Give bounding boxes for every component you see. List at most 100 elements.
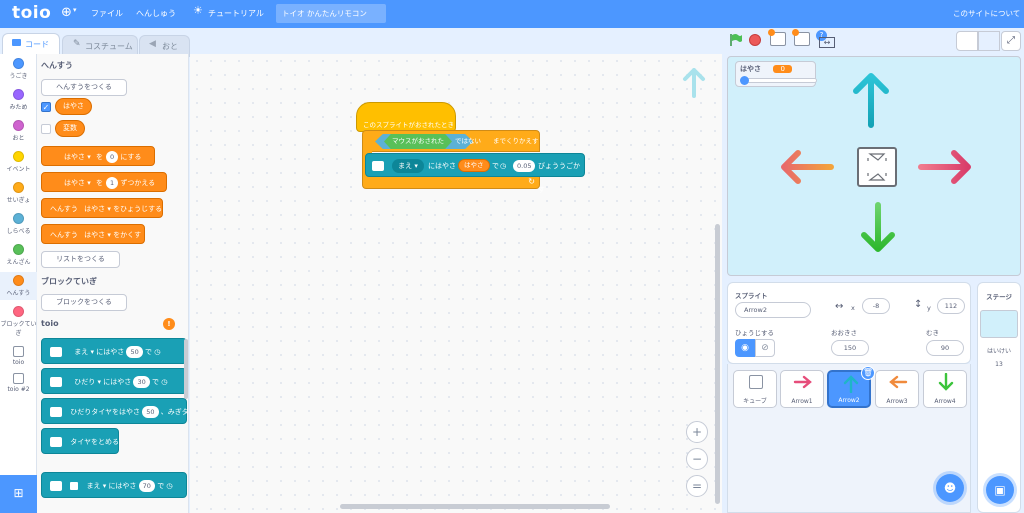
category-toio-2[interactable]: toio #2 (0, 373, 37, 393)
globe-icon[interactable]: ⊕ (61, 5, 72, 20)
direction-input[interactable]: 90 (926, 340, 964, 356)
add-backdrop-button[interactable]: ▣ (986, 476, 1014, 504)
fullscreen-icon[interactable]: ⤢ (1001, 31, 1021, 51)
y-position-input[interactable]: 112 (937, 298, 965, 314)
horizontal-scrollbar[interactable] (340, 504, 610, 509)
var-dropdown[interactable]: はやさ (84, 205, 105, 213)
stop-icon[interactable] (749, 34, 761, 46)
stage-canvas[interactable]: はやさ 0 (727, 56, 1021, 276)
arrow-right-sprite[interactable] (918, 150, 971, 184)
variable-reporter-var[interactable]: 変数 (55, 120, 85, 137)
x-position-input[interactable]: -8 (862, 298, 890, 314)
speed-input[interactable]: 70 (138, 480, 155, 492)
direction-dropdown[interactable]: ひだり (74, 378, 95, 386)
toio-turn-left-block[interactable]: ひだり ▾ にはやさ 30 で ◷ (41, 368, 187, 394)
speed-input[interactable]: 30 (133, 376, 150, 388)
size-input[interactable]: 150 (831, 340, 869, 356)
add-extension-button[interactable]: ⊞ (0, 475, 37, 513)
toio-move-block[interactable]: まえ ▾ にはやさ はやさ で ◷ 0.05 びょううごかす (365, 153, 585, 194)
var-checkbox-variable[interactable] (41, 124, 51, 134)
change-variable-block[interactable]: はやさ ▾ を1 ずつかえる (41, 172, 167, 192)
direction-dropdown[interactable]: まえ (86, 482, 100, 490)
speed-variable[interactable]: はやさ (458, 159, 490, 172)
timer-icon: ◷ (166, 482, 173, 490)
when-sprite-clicked-hat[interactable]: このスプライトがおされたとき (356, 102, 456, 132)
direction-dropdown[interactable]: まえ ▾ (392, 159, 424, 173)
my-blocks-heading: ブロックていぎ (41, 277, 97, 286)
category-sensing[interactable]: しらべる (0, 213, 37, 235)
tutorial-menu[interactable]: チュートリアル (208, 8, 264, 19)
toio-move-forward-block[interactable]: まえ ▾ にはやさ 50 で ◷ (41, 338, 187, 364)
large-stage-button[interactable] (978, 31, 1000, 51)
block-text: で (492, 162, 499, 170)
delete-sprite-icon[interactable]: 🗑 (861, 366, 875, 380)
file-menu[interactable]: ファイル (91, 8, 123, 19)
direction-dropdown[interactable]: まえ (74, 348, 88, 356)
toio-move-timed-block[interactable]: まえ ▾ にはやさ 70 で ◷ (41, 472, 187, 498)
sprite-name-input[interactable]: Arrow2 (735, 302, 811, 318)
category-my-blocks[interactable]: ブロックていぎ (0, 306, 37, 337)
category-label: うごき (9, 73, 28, 80)
warning-badge[interactable]: ! (163, 318, 175, 330)
green-flag-icon[interactable] (729, 33, 743, 47)
sprite-thumb-arrow2[interactable]: Arrow2 🗑 (827, 366, 875, 408)
small-stage-button[interactable] (956, 31, 978, 51)
set-variable-block[interactable]: はやさ ▾ を0 にする (41, 146, 155, 166)
sprite-thumb-arrow1[interactable]: Arrow1 (780, 370, 824, 408)
arrow-up-sprite[interactable] (853, 73, 889, 128)
speed-input[interactable]: 50 (126, 346, 143, 358)
toio-stop-wheels-block[interactable]: タイヤをとめる (41, 428, 119, 454)
category-motion[interactable]: うごき (0, 58, 37, 80)
edit-menu[interactable]: へんしゅう (136, 8, 176, 19)
arrow-left-sprite[interactable] (781, 150, 834, 184)
category-operators[interactable]: えんざん (0, 244, 37, 266)
palette-scrollbar[interactable] (184, 339, 188, 399)
make-variable-button[interactable]: へんすうをつくる (41, 79, 127, 96)
swap-icon[interactable]: ↔ (819, 37, 835, 48)
value-input[interactable]: 1 (105, 177, 119, 189)
toio-logo[interactable]: toio (12, 3, 51, 23)
vertical-scrollbar[interactable] (715, 224, 720, 504)
stage-target-pane[interactable]: ステージ はいけい 13 ▣ (977, 282, 1021, 513)
var-checkbox-speed[interactable]: ✓ (41, 102, 51, 112)
var-dropdown[interactable]: はやさ (64, 179, 85, 187)
block-text: をひょうじする (113, 205, 163, 213)
block-text: を (95, 179, 103, 187)
category-toio[interactable]: toio (0, 346, 37, 366)
arrow-down-sprite[interactable] (861, 202, 895, 252)
category-sound[interactable]: おと (0, 120, 37, 142)
category-variables[interactable]: へんすう (0, 272, 37, 300)
stage-thumbnail[interactable] (980, 310, 1018, 338)
add-sprite-button[interactable]: ☻ (936, 474, 964, 502)
toio-heading: toio (41, 319, 59, 328)
sprite-thumb-arrow4[interactable]: Arrow4 (923, 370, 967, 408)
zoom-out-button[interactable]: − (686, 448, 708, 470)
hide-eye-icon[interactable]: ⊘ (755, 339, 775, 357)
category-looks[interactable]: みため (0, 89, 37, 111)
var-dropdown[interactable]: はやさ (84, 231, 105, 239)
repeat-until-block[interactable]: マウスがおされた ではない までくりかえす (362, 130, 540, 152)
value-input[interactable]: 0 (105, 151, 119, 163)
project-title-field[interactable]: トイオ かんたんリモコン (276, 4, 386, 23)
variable-reporter-speed[interactable]: はやさ (55, 98, 92, 115)
speed-input[interactable]: 50 (142, 406, 159, 418)
about-link[interactable]: このサイトについて (953, 8, 1020, 19)
show-eye-icon[interactable]: ◉ (735, 339, 755, 357)
make-list-button[interactable]: リストをつくる (41, 251, 120, 268)
sprite-thumb-arrow3[interactable]: Arrow3 (875, 370, 919, 408)
zoom-reset-button[interactable]: = (686, 475, 708, 497)
make-block-button[interactable]: ブロックをつくる (41, 294, 127, 311)
chevron-down-icon: ▾ (73, 6, 77, 14)
category-events[interactable]: イベント (0, 151, 37, 173)
sprite-thumb-cube[interactable]: キューブ (733, 370, 777, 408)
duration-input[interactable]: 0.05 (513, 160, 536, 172)
toio-wheel-speed-block[interactable]: ひだりタイヤをはやさ 50 、みぎタ (41, 398, 188, 424)
cube-sprite[interactable] (857, 147, 897, 187)
category-control[interactable]: せいぎょ (0, 182, 37, 204)
var-dropdown[interactable]: はやさ (64, 153, 85, 161)
mouse-down-condition[interactable]: マウスがおされた (384, 134, 452, 149)
zoom-in-button[interactable]: + (686, 421, 708, 443)
code-workspace[interactable]: このスプライトがおされたとき マウスがおされた ではない までくりかえす ↻ ま… (190, 54, 722, 513)
show-variable-block[interactable]: へんすう はやさ ▾ をひょうじする (41, 198, 163, 218)
hide-variable-block[interactable]: へんすう はやさ ▾ をかくす (41, 224, 145, 244)
